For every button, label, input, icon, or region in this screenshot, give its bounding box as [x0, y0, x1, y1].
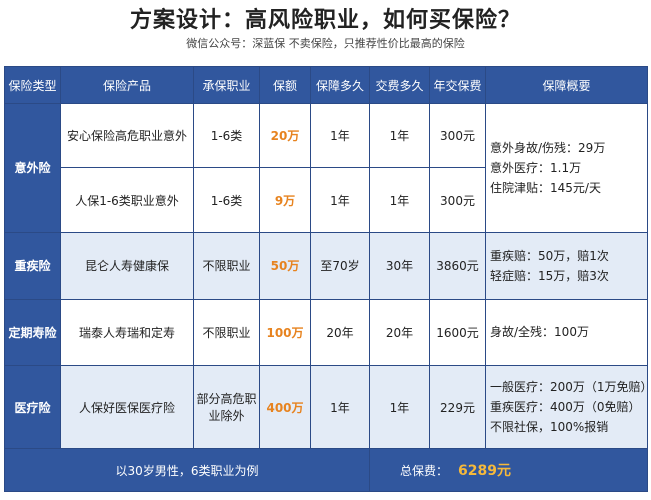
premium-cell: 1600元: [429, 298, 486, 367]
summary-cell: 身故/全残：100万: [485, 298, 648, 367]
summary-line: 重疾医疗：400万（0免赔）: [490, 400, 641, 415]
header-type: 保险类型: [4, 66, 61, 104]
header-premium: 年交保费: [429, 66, 486, 104]
type-cell: 意外险: [4, 103, 61, 233]
amount-cell: 20万: [259, 102, 311, 169]
amount-cell: 50万: [259, 231, 311, 300]
product-cell: 人保好医保医疗险: [60, 365, 194, 450]
occupation-cell: 不限职业: [193, 231, 260, 300]
product-cell: 安心保险高危职业意外: [60, 102, 194, 169]
type-cell: 医疗险: [4, 365, 61, 450]
amount-cell: 9万: [259, 167, 311, 233]
product-cell: 昆仑人寿健康保: [60, 231, 194, 300]
product-cell: 瑞泰人寿瑞和定寿: [60, 298, 194, 367]
occupation-cell: 不限职业: [193, 298, 260, 367]
summary-line: 住院津贴：145元/天: [490, 180, 601, 195]
table-header-row: 保险类型 保险产品 承保职业 保额 保障多久 交费多久 年交保费 保障概要: [4, 66, 648, 104]
type-cell: 定期寿险: [4, 298, 61, 367]
total-cell: 总保费： 6289元: [369, 448, 648, 492]
amount-cell: 100万: [259, 298, 311, 367]
header-amount: 保额: [259, 66, 311, 104]
term-cell: 1年: [310, 102, 370, 169]
pay-cell: 1年: [369, 102, 430, 169]
total-label: 总保费：: [400, 464, 449, 479]
type-cell: 重疾险: [4, 231, 61, 300]
insurance-plan-table: 保险类型 保险产品 承保职业 保额 保障多久 交费多久 年交保费 保障概要 意外…: [4, 66, 651, 492]
pay-cell: 20年: [369, 298, 430, 367]
term-cell: 20年: [310, 298, 370, 367]
pay-cell: 30年: [369, 231, 430, 300]
footer-note: 以30岁男性，6类职业为例: [4, 448, 370, 492]
premium-cell: 229元: [429, 365, 486, 450]
summary-cell: 一般医疗：200万（1万免赔） 重疾医疗：400万（0免赔） 不限社保，100%…: [485, 365, 651, 450]
header-summary: 保障概要: [485, 66, 648, 104]
summary-line: 意外身故/伤残：29万: [490, 140, 606, 155]
total-row: 以30岁男性，6类职业为例 总保费： 6289元: [4, 448, 648, 492]
summary-line: 身故/全残：100万: [490, 325, 589, 340]
page-title: 方案设计：高风险职业，如何买保险？: [129, 8, 521, 33]
table-row: 定期寿险 瑞泰人寿瑞和定寿 不限职业 100万 20年 20年 1600元 身故…: [4, 298, 648, 367]
page-subtitle: 微信公众号：深蓝保 不卖保险，只推荐性价比最高的保险: [186, 37, 465, 50]
product-cell: 人保1-6类职业意外: [60, 167, 194, 233]
summary-line: 不限社保，100%报销: [490, 420, 609, 435]
term-cell: 至70岁: [310, 231, 370, 300]
premium-cell: 3860元: [429, 231, 486, 300]
table-row: 医疗险 人保好医保医疗险 部分高危职业除外 400万 1年 1年 229元 一般…: [4, 365, 651, 450]
occupation-cell: 1-6类: [193, 167, 260, 233]
summary-cell: 意外身故/伤残：29万 意外医疗：1.1万 住院津贴：145元/天: [485, 103, 648, 233]
pay-cell: 1年: [369, 167, 430, 233]
amount-cell: 400万: [259, 365, 311, 450]
premium-cell: 300元: [429, 102, 486, 169]
occupation-cell: 1-6类: [193, 102, 260, 169]
header-term: 保障多久: [310, 66, 370, 104]
total-value: 6289元: [458, 463, 511, 480]
premium-cell: 300元: [429, 167, 486, 233]
header-pay: 交费多久: [369, 66, 430, 104]
table-row: 意外险 安心保险高危职业意外 1-6类 20万 1年 1年 300元 意外身故/…: [4, 102, 648, 233]
summary-line: 轻症赔：15万，赔3次: [490, 268, 609, 283]
summary-cell: 重疾赔：50万，赔1次 轻症赔：15万，赔3次: [485, 231, 648, 300]
header-occupation: 承保职业: [193, 66, 260, 104]
term-cell: 1年: [310, 365, 370, 450]
header-product: 保险产品: [60, 66, 194, 104]
pay-cell: 1年: [369, 365, 430, 450]
summary-line: 意外医疗：1.1万: [490, 160, 582, 175]
table-row: 重疾险 昆仑人寿健康保 不限职业 50万 至70岁 30年 3860元 重疾赔：…: [4, 231, 648, 300]
occupation-cell: 部分高危职业除外: [193, 365, 260, 450]
summary-line: 一般医疗：200万（1万免赔）: [490, 380, 651, 395]
term-cell: 1年: [310, 167, 370, 233]
summary-line: 重疾赔：50万，赔1次: [490, 248, 609, 263]
